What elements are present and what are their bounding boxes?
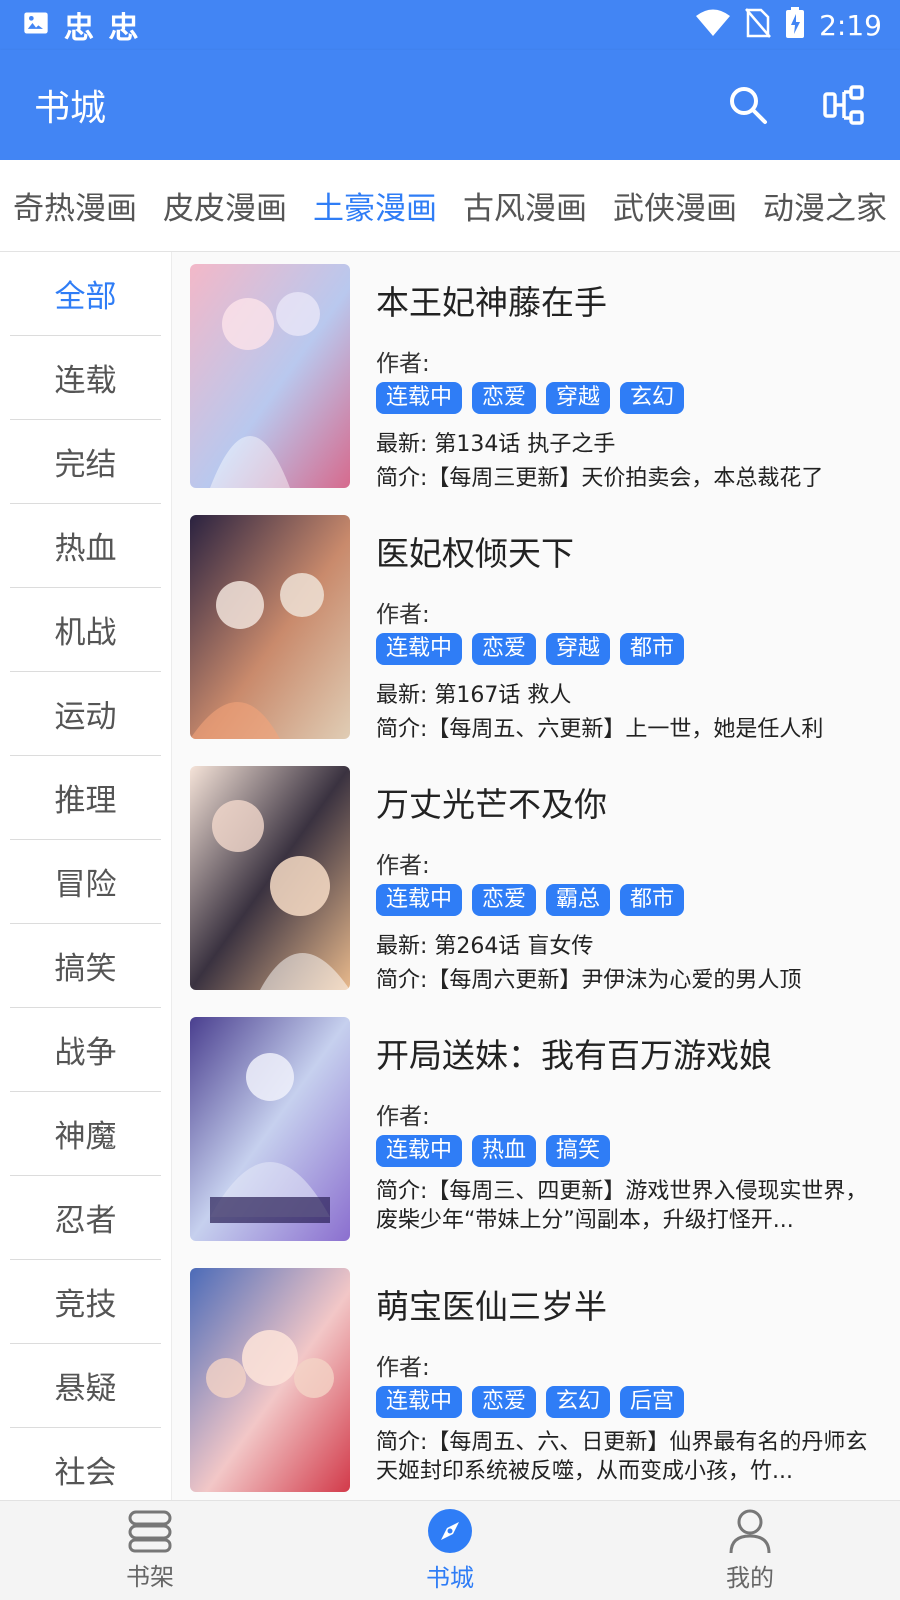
tag-badge: 恋爱 — [472, 1386, 537, 1418]
tag-badge: 搞笑 — [546, 1135, 611, 1167]
nav-bookshelf[interactable]: 书架 — [0, 1501, 300, 1600]
tag-badge: 霸总 — [546, 884, 611, 916]
book-intro: 简介:【每周五、六、日更新】仙界最有名的丹师玄天姬封印系统被反噬，从而变成小孩，… — [376, 1430, 868, 1484]
no-sim-icon — [745, 8, 772, 42]
category-item[interactable]: 搞笑 — [10, 924, 161, 1008]
image-notification-icon — [22, 9, 50, 41]
status-notification-text: 忠 忠 — [64, 11, 141, 46]
nav-bookshelf-label: 书架 — [126, 1563, 174, 1591]
book-intro: 简介:【每周六更新】尹伊沫为心爱的男人顶 — [376, 968, 802, 993]
book-cover[interactable] — [190, 264, 350, 488]
latest-chapter: 最新: 第167话 救人 — [376, 683, 572, 708]
category-item[interactable]: 战争 — [10, 1008, 161, 1092]
category-item[interactable]: 连载 — [10, 336, 161, 420]
category-item[interactable]: 神魔 — [10, 1092, 161, 1176]
category-sidebar: 全部 连载 完结 热血 机战 运动 推理 冒险 搞笑 战争 神魔 忍者 竞技 悬… — [0, 252, 172, 1500]
book-author: 作者: — [376, 1104, 430, 1130]
tag-badge: 后宫 — [620, 1386, 685, 1418]
book-card[interactable]: 本王妃神藤在手 作者: 连载中 恋爱 穿越 玄幻 最新: 第134话 执子之手 … — [190, 264, 890, 491]
tab-gufeng[interactable]: 古风漫画 — [450, 183, 600, 228]
wifi-icon — [695, 9, 731, 41]
source-tabs: 奇热漫画 皮皮漫画 土豪漫画 古风漫画 武侠漫画 动漫之家 — [0, 160, 900, 252]
category-item[interactable]: 悬疑 — [10, 1344, 161, 1428]
tag-badge: 恋爱 — [472, 382, 537, 414]
tab-tuhao[interactable]: 土豪漫画 — [300, 183, 450, 228]
clock: 2:19 — [819, 8, 882, 42]
book-list: 本王妃神藤在手 作者: 连载中 恋爱 穿越 玄幻 最新: 第134话 执子之手 … — [172, 252, 900, 1500]
book-intro: 简介:【每周三、四更新】游戏世界入侵现实世界，废柴少年“带妹上分”闯副本，升级打… — [376, 1179, 868, 1233]
tab-wuxia[interactable]: 武侠漫画 — [600, 183, 750, 228]
category-item[interactable]: 推理 — [10, 756, 161, 840]
nav-bookstore[interactable]: 书城 — [300, 1501, 600, 1600]
source-tree-icon — [823, 85, 864, 125]
app-bar: 书城 — [0, 50, 900, 160]
tag-badge: 穿越 — [546, 633, 611, 665]
book-title[interactable]: 万丈光芒不及你 — [376, 778, 876, 824]
bookshelf-icon — [128, 1510, 172, 1553]
tag-badge: 都市 — [620, 633, 685, 665]
book-cover[interactable] — [190, 766, 350, 990]
category-item[interactable]: 完结 — [10, 420, 161, 504]
tag-badge: 连载中 — [376, 1135, 463, 1167]
book-author: 作者: — [376, 853, 430, 879]
book-tags: 连载中 恋爱 霸总 都市 — [376, 884, 876, 918]
book-cover[interactable] — [190, 1268, 350, 1492]
category-item[interactable]: 忍者 — [10, 1176, 161, 1260]
tag-badge: 热血 — [472, 1135, 537, 1167]
book-title[interactable]: 本王妃神藤在手 — [376, 276, 876, 322]
book-author: 作者: — [376, 351, 430, 377]
book-intro: 简介:【每周五、六更新】上一世，她是任人利 — [376, 717, 824, 742]
tag-badge: 连载中 — [376, 382, 463, 414]
search-button[interactable] — [726, 83, 770, 127]
nav-mine[interactable]: 我的 — [600, 1501, 900, 1600]
category-item[interactable]: 运动 — [10, 672, 161, 756]
category-item[interactable]: 机战 — [10, 588, 161, 672]
tag-badge: 玄幻 — [620, 382, 685, 414]
tag-badge: 玄幻 — [546, 1386, 611, 1418]
tab-dongmanzhijia[interactable]: 动漫之家 — [750, 183, 900, 228]
tag-badge: 连载中 — [376, 633, 463, 665]
book-card[interactable]: 萌宝医仙三岁半 作者: 连载中 恋爱 玄幻 后宫 简介:【每周五、六、日更新】仙… — [190, 1268, 890, 1494]
status-bar: 忠 忠 2:19 — [0, 0, 900, 50]
latest-chapter: 最新: 第134话 执子之手 — [376, 432, 616, 457]
book-card[interactable]: 万丈光芒不及你 作者: 连载中 恋爱 霸总 都市 最新: 第264话 盲女传 简… — [190, 766, 890, 993]
category-item[interactable]: 社会 — [10, 1428, 161, 1500]
book-title[interactable]: 开局送妹：我有百万游戏娘 — [376, 1029, 876, 1075]
book-cover[interactable] — [190, 515, 350, 739]
category-item[interactable]: 竞技 — [10, 1260, 161, 1344]
category-all[interactable]: 全部 — [10, 252, 161, 336]
book-tags: 连载中 恋爱 玄幻 后宫 — [376, 1386, 876, 1420]
tag-badge: 恋爱 — [472, 633, 537, 665]
tag-badge: 连载中 — [376, 1386, 463, 1418]
switch-source-button[interactable] — [822, 83, 866, 127]
nav-mine-label: 我的 — [726, 1564, 774, 1592]
tab-qire[interactable]: 奇热漫画 — [0, 183, 150, 228]
page-title: 书城 — [34, 88, 107, 129]
person-icon — [729, 1509, 771, 1554]
book-author: 作者: — [376, 602, 430, 628]
search-icon — [730, 87, 767, 124]
book-cover[interactable] — [190, 1017, 350, 1241]
nav-bookstore-label: 书城 — [426, 1564, 474, 1592]
category-item[interactable]: 热血 — [10, 504, 161, 588]
tag-badge: 穿越 — [546, 382, 611, 414]
book-tags: 连载中 恋爱 穿越 都市 — [376, 633, 876, 667]
latest-chapter: 最新: 第264话 盲女传 — [376, 934, 594, 959]
book-tags: 连载中 恋爱 穿越 玄幻 — [376, 382, 876, 416]
book-author: 作者: — [376, 1355, 430, 1381]
tag-badge: 都市 — [620, 884, 685, 916]
book-card[interactable]: 开局送妹：我有百万游戏娘 作者: 连载中 热血 搞笑 简介:【每周三、四更新】游… — [190, 1017, 890, 1243]
bottom-navigation: 书架 书城 我的 — [0, 1500, 900, 1600]
compass-icon — [428, 1509, 472, 1553]
book-title[interactable]: 医妃权倾天下 — [376, 527, 876, 573]
battery-charging-icon — [785, 7, 805, 43]
tag-badge: 恋爱 — [472, 884, 537, 916]
tag-badge: 连载中 — [376, 884, 463, 916]
book-intro: 简介:【每周三更新】天价拍卖会，本总裁花了 — [376, 466, 824, 491]
category-item[interactable]: 冒险 — [10, 840, 161, 924]
tab-pipi[interactable]: 皮皮漫画 — [150, 183, 300, 228]
book-card[interactable]: 医妃权倾天下 作者: 连载中 恋爱 穿越 都市 最新: 第167话 救人 简介:… — [190, 515, 890, 742]
book-tags: 连载中 热血 搞笑 — [376, 1135, 876, 1169]
book-title[interactable]: 萌宝医仙三岁半 — [376, 1280, 876, 1326]
